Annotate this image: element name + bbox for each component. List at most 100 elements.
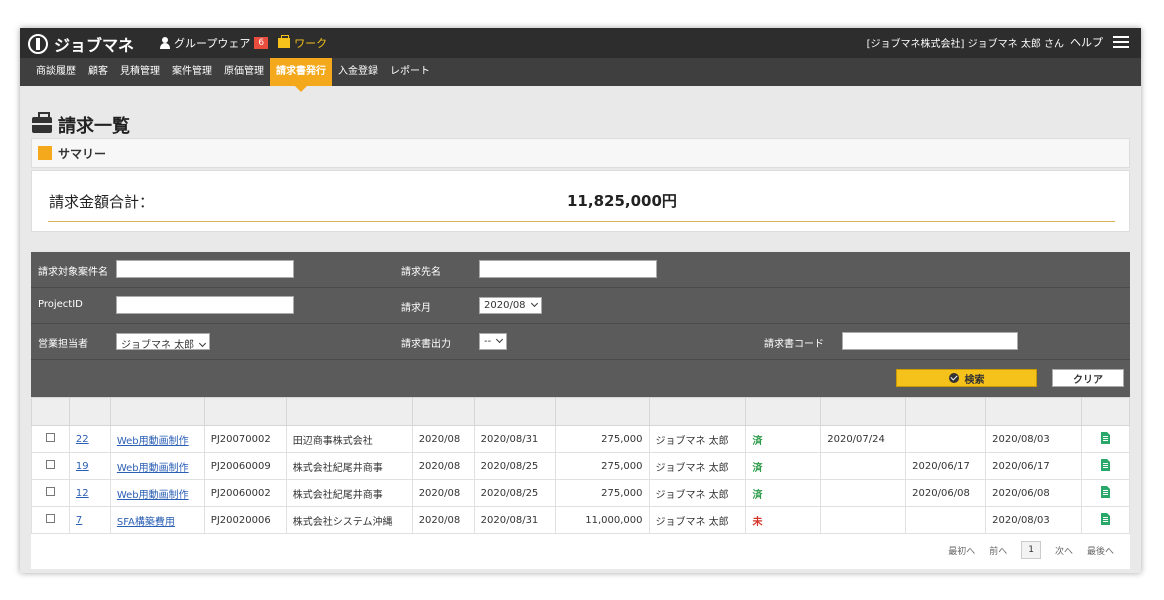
document-icon[interactable]: [1101, 458, 1110, 471]
header-cell: [203, 397, 287, 426]
project-link[interactable]: Web用動画制作: [117, 436, 189, 447]
document-icon[interactable]: [1101, 512, 1110, 525]
invoice-number-link[interactable]: 19: [76, 461, 89, 472]
header-cell: [985, 397, 1083, 426]
pager-last[interactable]: 最後へ: [1087, 544, 1114, 557]
project-link[interactable]: SFA構築費用: [117, 517, 175, 528]
table-row[interactable]: 19 Web用動画制作 PJ20060009 株式会社紀尾井商事 2020/08…: [31, 452, 1130, 480]
nav-item-customers[interactable]: 顧客: [82, 58, 114, 86]
cell-project: Web用動画制作: [109, 425, 205, 453]
total-value: 11,825,000円: [567, 192, 677, 210]
check-circle-icon: [948, 373, 959, 383]
invoice-number-link[interactable]: 12: [76, 488, 89, 499]
nav-item-reports[interactable]: レポート: [384, 58, 436, 86]
sales-rep-select[interactable]: ジョブマネ 太郎: [116, 333, 211, 351]
billing-to-input[interactable]: [479, 260, 657, 278]
pager-next[interactable]: 次へ: [1055, 544, 1073, 557]
pager-current[interactable]: 1: [1021, 541, 1041, 559]
row-checkbox[interactable]: [45, 460, 55, 469]
summary-panel: 請求金額合計： 11,825,000円: [31, 170, 1130, 232]
billing-month-value: 2020/08: [484, 300, 526, 311]
cell-month: 2020/08: [411, 452, 475, 480]
search-button[interactable]: 検索: [896, 369, 1037, 387]
invoice-number-link[interactable]: 22: [76, 434, 89, 445]
project-id-input[interactable]: [116, 296, 294, 314]
row-checkbox-cell: [31, 479, 70, 507]
invoice-output-select[interactable]: --: [479, 333, 508, 350]
cell-date: 2020/08/31: [473, 425, 556, 453]
work-label: ワーク: [294, 37, 328, 50]
header-cell: [745, 397, 822, 426]
row-checkbox[interactable]: [45, 487, 55, 496]
pager-first[interactable]: 最初へ: [948, 544, 975, 557]
cell-rep: ジョブマネ 太郎: [648, 506, 747, 534]
invoice-number-link[interactable]: 7: [76, 515, 82, 526]
logo-icon: [28, 34, 48, 54]
chevron-down-icon: [530, 299, 538, 308]
invoice-code-input[interactable]: [842, 332, 1018, 350]
cell-client: 田辺商事株式会社: [285, 425, 413, 453]
cell-no: 19: [68, 452, 111, 480]
invoice-output-label: 請求書出力: [401, 339, 451, 350]
help-link[interactable]: ヘルプ: [1070, 34, 1103, 50]
header-cell: [905, 397, 987, 426]
cell-rep: ジョブマネ 太郎: [648, 452, 747, 480]
user-area: [ジョブマネ株式会社] ジョブマネ 太郎 さん ヘルプ: [867, 34, 1129, 50]
nav-item-deals[interactable]: 商談履歴: [30, 58, 82, 86]
document-icon[interactable]: [1101, 485, 1110, 498]
table-row[interactable]: 7 SFA構築費用 PJ20020006 株式会社システム沖縄 2020/08 …: [31, 506, 1130, 534]
total-label: 請求金額合計：: [49, 193, 155, 211]
nav-item-invoices[interactable]: 請求書発行: [270, 58, 332, 92]
groupware-label: グループウェア: [174, 37, 251, 50]
cell-document: [1081, 452, 1130, 480]
section-marker-icon: [38, 146, 52, 160]
pagination: 最初へ 前へ 1 次へ 最後へ: [934, 541, 1114, 559]
cell-project-id: PJ20060002: [203, 479, 287, 507]
chevron-down-icon: [496, 335, 504, 344]
cell-amount: 275,000: [554, 479, 650, 507]
cell-client: 株式会社システム沖縄: [285, 506, 413, 534]
cell-date: 2020/08/25: [473, 479, 556, 507]
cell-date-3: 2020/08/03: [985, 506, 1083, 534]
header-cell: [31, 397, 70, 426]
pager-prev[interactable]: 前へ: [989, 544, 1007, 557]
sales-rep-value: ジョブマネ 太郎: [121, 340, 195, 351]
cell-date-1: 2020/07/24: [820, 425, 907, 453]
nav-item-payments[interactable]: 入金登録: [332, 58, 384, 86]
row-checkbox-cell: [31, 425, 70, 453]
nav-item-costs[interactable]: 原価管理: [218, 58, 270, 86]
billing-month-select[interactable]: 2020/08: [479, 297, 542, 314]
table-row[interactable]: 22 Web用動画制作 PJ20070002 田辺商事株式会社 2020/08 …: [31, 425, 1130, 453]
cell-project: Web用動画制作: [109, 452, 205, 480]
menu-icon[interactable]: [1113, 36, 1129, 48]
header-cell: [820, 397, 907, 426]
table-row[interactable]: 12 Web用動画制作 PJ20060002 株式会社紀尾井商事 2020/08…: [31, 479, 1130, 507]
cell-date-3: 2020/08/03: [985, 425, 1083, 453]
groupware-link[interactable]: グループウェア 6: [160, 35, 269, 51]
row-checkbox[interactable]: [45, 514, 55, 523]
header-cell: [1081, 397, 1130, 426]
project-link[interactable]: Web用動画制作: [117, 490, 189, 501]
divider: [48, 221, 1115, 222]
project-name-input[interactable]: [116, 260, 294, 278]
cell-no: 7: [68, 506, 111, 534]
cell-date-1: [820, 506, 907, 534]
cell-date-2: 2020/06/17: [905, 452, 987, 480]
app-logo[interactable]: ジョブマネ: [28, 32, 134, 56]
clear-button[interactable]: クリア: [1052, 369, 1124, 387]
cell-status: 済: [745, 425, 822, 453]
cell-date-2: [905, 506, 987, 534]
project-link[interactable]: Web用動画制作: [117, 463, 189, 474]
header-cell: [648, 397, 747, 426]
header-cell: [554, 397, 650, 426]
nav-item-projects[interactable]: 案件管理: [166, 58, 218, 86]
row-checkbox[interactable]: [45, 433, 55, 442]
nav-item-estimates[interactable]: 見積管理: [114, 58, 166, 86]
document-icon[interactable]: [1101, 431, 1110, 444]
work-link[interactable]: ワーク: [278, 35, 327, 51]
cell-document: [1081, 479, 1130, 507]
logo-text: ジョブマネ: [54, 36, 135, 55]
cell-date-2: 2020/06/08: [905, 479, 987, 507]
cell-date-1: [820, 452, 907, 480]
cell-rep: ジョブマネ 太郎: [648, 479, 747, 507]
